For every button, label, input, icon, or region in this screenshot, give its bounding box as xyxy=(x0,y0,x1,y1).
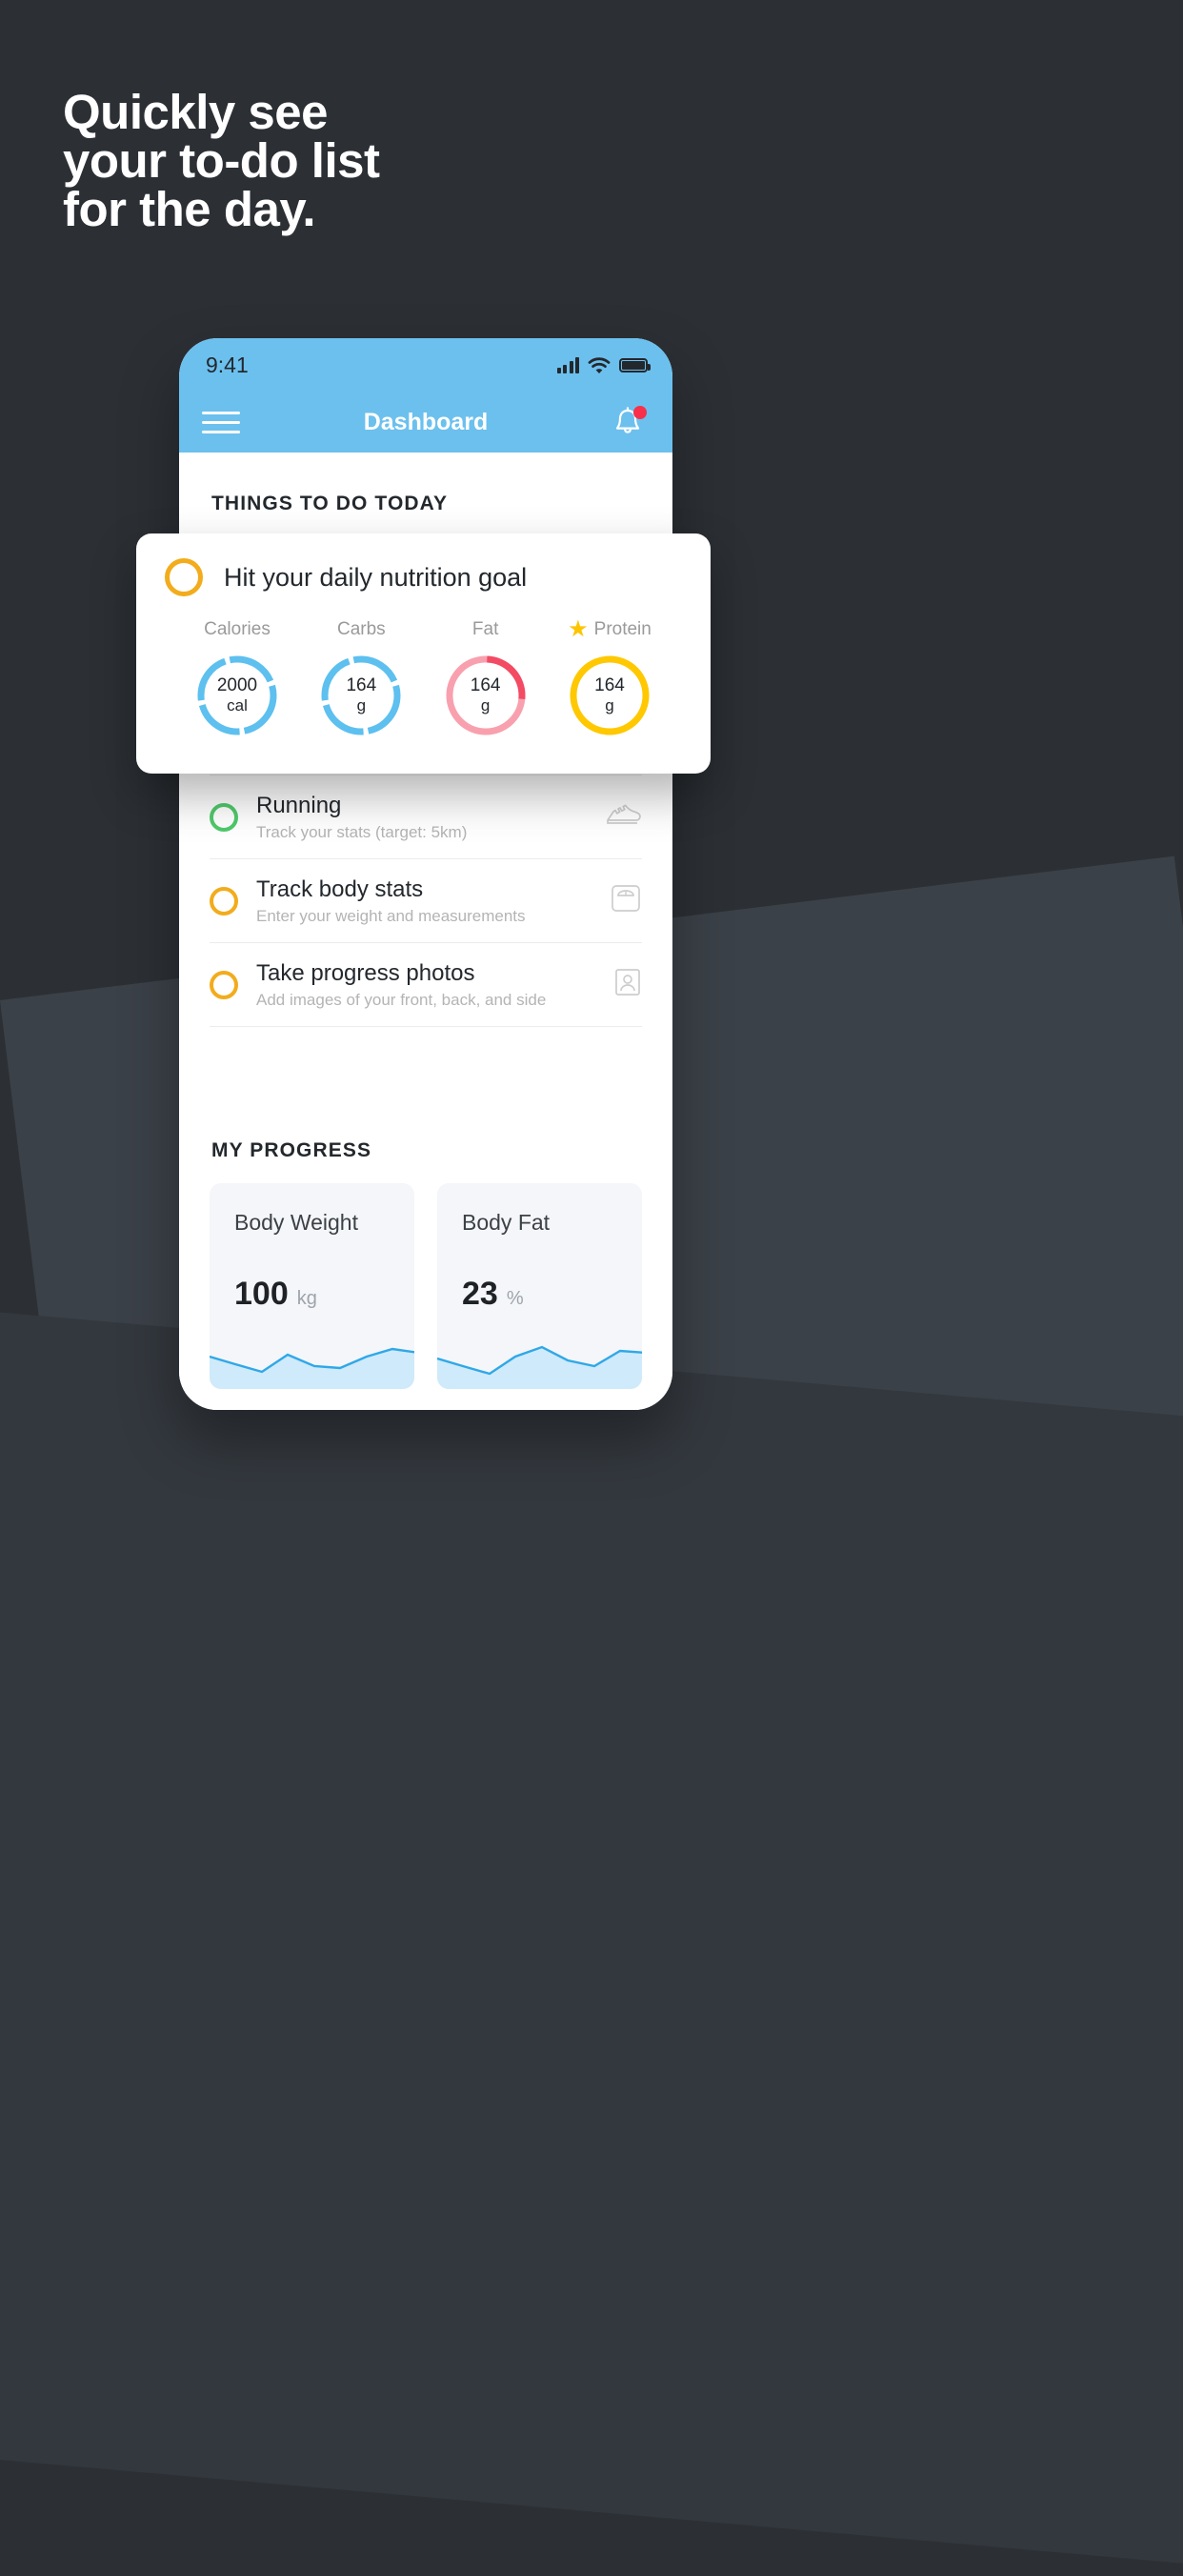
macro-value: 2000 xyxy=(216,675,258,695)
macro-ring-protein: 164 g xyxy=(566,652,653,739)
macro-value-group: 164 g xyxy=(317,652,405,739)
macro-ring-calories: 2000 cal xyxy=(193,652,281,739)
progress-card-value: 100 xyxy=(234,1276,289,1312)
macro-unit: g xyxy=(480,696,491,714)
macro-protein[interactable]: ★ Protein 164 g xyxy=(552,616,667,739)
todo-item-body-stats[interactable]: Track body stats Enter your weight and m… xyxy=(210,859,642,943)
progress-card-value: 23 xyxy=(462,1276,498,1312)
macro-calories[interactable]: Calories 2000 cal xyxy=(180,619,294,739)
person-photo-icon xyxy=(600,966,642,1003)
todo-text: Track body stats Enter your weight and m… xyxy=(256,875,600,926)
todo-checkbox-ring[interactable] xyxy=(210,970,238,999)
macro-label: Calories xyxy=(180,619,294,640)
status-time: 9:41 xyxy=(206,352,249,377)
progress-card-unit: kg xyxy=(296,1288,317,1309)
nutrition-checkbox-ring[interactable] xyxy=(165,558,203,596)
todo-title: Track body stats xyxy=(256,876,424,902)
headline-line-3: for the day. xyxy=(63,182,316,236)
progress-card-unit: % xyxy=(506,1288,524,1309)
macro-label-text: Carbs xyxy=(336,619,386,639)
star-icon: ★ xyxy=(568,616,589,642)
macro-label: ★ Protein xyxy=(552,616,667,642)
macro-carbs[interactable]: Carbs 164 g xyxy=(304,619,418,739)
todo-section-heading: THINGS TO DO TODAY xyxy=(211,493,449,514)
macro-value: 164 xyxy=(346,675,377,695)
macro-label: Carbs xyxy=(304,619,418,640)
wifi-icon xyxy=(588,356,611,373)
progress-section-heading: MY PROGRESS xyxy=(211,1139,372,1161)
macro-value-group: 164 g xyxy=(442,652,530,739)
headline-line-2: your to-do list xyxy=(63,133,380,188)
macro-label-text: Fat xyxy=(471,619,499,639)
progress-card-value-row: 23 % xyxy=(437,1236,642,1310)
macro-ring-carbs: 164 g xyxy=(317,652,405,739)
todo-list: Running Track your stats (target: 5km) T… xyxy=(179,775,672,1027)
todo-title: Take progress photos xyxy=(256,960,475,986)
nutrition-card-header: Hit your daily nutrition goal xyxy=(165,558,682,596)
todo-text: Take progress photos Add images of your … xyxy=(256,959,600,1010)
body-fat-sparkline xyxy=(437,1345,642,1389)
todo-text: Running Track your stats (target: 5km) xyxy=(256,792,600,842)
macro-label-text: Protein xyxy=(593,619,652,639)
macro-value: 164 xyxy=(470,675,501,695)
progress-card-body-fat[interactable]: Body Fat 23 % xyxy=(437,1183,642,1389)
signal-bars-icon xyxy=(556,357,579,373)
phone-mockup: 9:41 Dashboard THINGS TO DO TODAY Runnin… xyxy=(179,338,672,1410)
todo-item-progress-photos[interactable]: Take progress photos Add images of your … xyxy=(210,943,642,1027)
todo-checkbox-ring[interactable] xyxy=(210,886,238,916)
weight-scale-icon xyxy=(600,882,642,919)
nutrition-card-title: Hit your daily nutrition goal xyxy=(224,562,528,592)
todo-title: Running xyxy=(256,793,342,818)
background-band-lower xyxy=(0,1296,1183,2576)
progress-card-value-row: 100 kg xyxy=(210,1236,414,1310)
macro-value-group: 2000 cal xyxy=(193,652,281,739)
headline-line-1: Quickly see xyxy=(63,85,329,139)
status-icons xyxy=(556,356,651,374)
macro-label-text: Calories xyxy=(204,619,271,639)
notification-bell-button[interactable] xyxy=(610,404,648,442)
status-bar: 9:41 xyxy=(179,338,672,392)
macro-label: Fat xyxy=(429,619,543,640)
macro-value-group: 164 g xyxy=(566,652,653,739)
macro-ring-fat: 164 g xyxy=(442,652,530,739)
page-title: Dashboard xyxy=(363,409,489,435)
notification-badge xyxy=(633,405,647,419)
macro-fat[interactable]: Fat 164 g xyxy=(429,619,543,739)
macro-unit: g xyxy=(356,696,367,714)
hamburger-menu-icon[interactable] xyxy=(202,412,240,433)
todo-subtitle: Track your stats (target: 5km) xyxy=(256,823,468,841)
macro-ring-group: Calories 2000 cal Carbs 164 g Fat 164 g … xyxy=(165,596,682,739)
battery-icon xyxy=(619,358,651,372)
macro-unit: cal xyxy=(227,696,248,714)
todo-subtitle: Enter your weight and measurements xyxy=(256,907,526,925)
progress-card-label: Body Weight xyxy=(234,1210,358,1235)
macro-value: 164 xyxy=(594,675,625,695)
body-weight-sparkline xyxy=(210,1347,414,1389)
progress-card-label: Body Fat xyxy=(462,1210,551,1235)
promo-headline: Quickly see your to-do list for the day. xyxy=(63,85,380,236)
progress-card-grid: Body Weight 100 kg Body Fat 23 % xyxy=(179,1162,672,1410)
progress-card-body-weight[interactable]: Body Weight 100 kg xyxy=(210,1183,414,1389)
todo-checkbox-ring[interactable] xyxy=(210,802,238,832)
nutrition-goal-card[interactable]: Hit your daily nutrition goal Calories 2… xyxy=(136,533,711,774)
running-shoe-icon xyxy=(600,801,642,833)
app-bar: Dashboard xyxy=(179,392,672,453)
macro-unit: g xyxy=(605,696,614,714)
todo-item-running[interactable]: Running Track your stats (target: 5km) xyxy=(210,775,642,859)
todo-subtitle: Add images of your front, back, and side xyxy=(256,991,547,1009)
